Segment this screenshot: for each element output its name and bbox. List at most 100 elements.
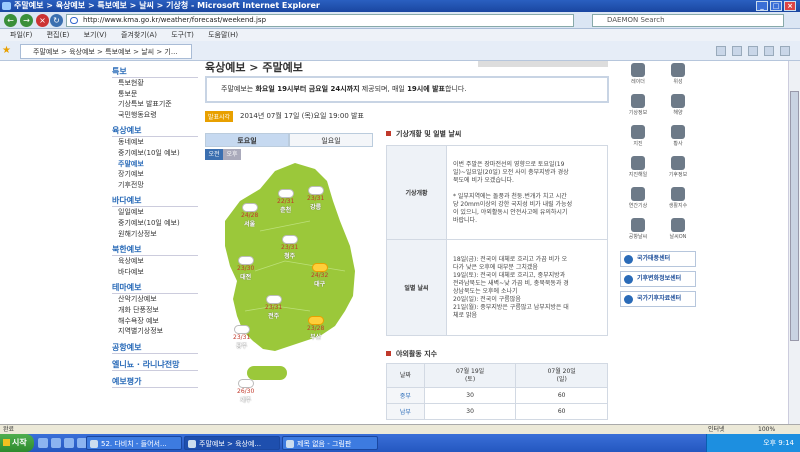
nav-item[interactable]: 일일예보 [112,207,198,218]
quick-menu-item[interactable]: 생활지수 [662,185,694,216]
home-icon[interactable] [716,46,726,56]
notice-text: 제공되며, 매일 [359,85,408,93]
vertical-scrollbar[interactable] [788,61,800,424]
quick-menu-label: 황사 [673,141,683,147]
nav-item[interactable]: 지역별기상정보 [112,326,198,337]
nav-category[interactable]: 육상예보 [112,125,198,138]
quick-menu-item[interactable]: 공항날씨 [622,216,654,247]
tab-saturday[interactable]: 토요일 [205,133,289,147]
menu-view[interactable]: 보기(V) [84,31,107,39]
quick-menu-item[interactable]: 해양 [662,92,694,123]
search-input[interactable]: DAEMON Search [592,14,784,27]
tab-sunday[interactable]: 일요일 [289,133,373,147]
minimize-button[interactable]: _ [756,1,768,11]
city-marker[interactable]: 22/31 춘천 [277,189,294,214]
favorites-star-icon[interactable]: ★ [2,45,11,56]
quick-menu-item[interactable]: 날씨ON [662,216,694,247]
city-temp: 24/32 [311,272,329,279]
quicklaunch-icon[interactable] [64,438,74,448]
browser-tab[interactable]: 주말예보 > 육상예보 > 특보예보 > 날씨 > 기... [20,44,192,59]
nav-item[interactable]: 산악기상예보 [112,294,198,305]
banner-link[interactable]: 국가기후자료센터 [620,291,696,307]
nav-item[interactable]: 장기예보 [112,169,198,180]
city-marker[interactable]: 23/31 광주 [233,325,250,350]
city-marker[interactable]: 26/30 제주 [237,379,254,404]
menu-edit[interactable]: 편집(E) [47,31,70,39]
activity-table: 날짜 07월 19일 (토) 07월 20일 (일) 중부 30 60 남부 30 … [386,363,608,420]
nav-item[interactable]: 주말예보 [112,159,198,170]
quicklaunch-icon[interactable] [38,438,48,448]
quick-menu-item[interactable]: 연간기상 [622,185,654,216]
pm-button[interactable]: 오후 [223,149,241,160]
city-marker[interactable]: 23/30 대전 [237,256,254,281]
close-button[interactable]: × [784,1,796,11]
nav-category[interactable]: 공항예보 [112,342,198,354]
city-marker[interactable]: 23/31 강릉 [307,186,324,211]
banner-link[interactable]: 국가태풍센터 [620,251,696,267]
stop-button[interactable]: × [36,14,49,27]
scrollbar-thumb[interactable] [790,91,799,341]
text-line: 19일(토): 전국이 대체로 흐리고, 중부지방과 [453,271,566,279]
value-cell: 60 [515,387,608,404]
text-line: 상남북도는 오후에 소나기 [453,287,518,295]
quick-menu-item[interactable]: 황사 [662,123,694,154]
quick-menu-item[interactable]: 위성 [662,61,694,92]
am-button[interactable]: 오전 [205,149,223,160]
address-input[interactable]: http://www.kma.go.kr/weather/forecast/we… [66,14,574,27]
nav-item[interactable]: 통보문 [112,89,198,100]
city-marker[interactable]: 24/28 서울 [241,203,258,228]
tools-menu-icon[interactable] [780,46,790,56]
taskbar-button-paint[interactable]: 제목 없음 - 그림판 [282,436,378,450]
city-marker[interactable]: 23/31 전주 [265,295,282,320]
nav-category[interactable]: 북한예보 [112,244,198,257]
nav-item[interactable]: 기상특보 발표기준 [112,99,198,110]
maximize-button[interactable]: □ [770,1,782,11]
nav-category[interactable]: 특보 [112,66,198,78]
taskbar-button-music[interactable]: 52. 다비치 - 들어서... [86,436,182,450]
nav-item[interactable]: 바다예보 [112,267,198,278]
nav-category[interactable]: 엘니뇨 · 라니냐전망 [112,359,198,371]
clock: 오후 9:14 [763,439,794,447]
quick-menu-item[interactable]: 레이더 [622,61,654,92]
nav-category[interactable]: 바다예보 [112,195,198,208]
city-marker[interactable]: 23/31 청주 [281,235,298,260]
refresh-button[interactable]: ↻ [50,14,63,27]
text-line: 다가 낮은 오후에 대부분 그치겠음 [453,263,538,271]
menu-tools[interactable]: 도구(T) [171,31,194,39]
nav-category[interactable]: 예보평가 [112,376,198,388]
menu-file[interactable]: 파일(F) [10,31,32,39]
quick-menu-item[interactable]: 지진 [622,123,654,154]
nav-item[interactable]: 해수욕장 예보 [112,316,198,327]
quick-menu-item[interactable]: 기상정보 [622,92,654,123]
nav-item[interactable]: 육상예보 [112,256,198,267]
nav-item[interactable]: 국민행동요령 [112,110,198,121]
city-marker[interactable]: 23/28 부산 [307,316,324,341]
back-button[interactable]: ← [4,14,17,27]
taskbar-button-browser[interactable]: 주말예보 > 육상예... [184,436,280,450]
page-menu-icon[interactable] [764,46,774,56]
region-cell: 남부 [386,403,425,420]
forward-button[interactable]: → [20,14,33,27]
city-name: 춘천 [280,207,292,214]
menu-help[interactable]: 도움말(H) [208,31,238,39]
quick-menu-item[interactable]: 지진해일 [622,154,654,185]
nav-item[interactable]: 중기예보(10일 예보) [112,218,198,229]
nav-item[interactable]: 특보현황 [112,78,198,89]
zoom-level[interactable]: 100% [758,425,775,434]
nav-category[interactable]: 테마예보 [112,282,198,295]
nav-item[interactable]: 중기예보(10일 예보) [112,148,198,159]
start-button[interactable]: 시작 [0,434,34,452]
korea-weather-map: 24/28 서울 22/31 춘천 23/31 강릉 23/31 청주 23/30 대전 24/32… [215,161,365,404]
feeds-icon[interactable] [732,46,742,56]
quicklaunch-icon[interactable] [51,438,61,448]
menu-favorites[interactable]: 즐겨찾기(A) [121,31,157,39]
nav-item[interactable]: 기후전망 [112,180,198,191]
nav-item[interactable]: 동네예보 [112,137,198,148]
quick-menu-item[interactable]: 기후정보 [662,154,694,185]
nav-item[interactable]: 개화 단풍정보 [112,305,198,316]
banner-link[interactable]: 기후변화정보센터 [620,271,696,287]
nav-item[interactable]: 원해기상정보 [112,229,198,240]
city-marker[interactable]: 24/32 대구 [311,263,328,288]
print-icon[interactable] [748,46,758,56]
text-line [453,185,601,193]
